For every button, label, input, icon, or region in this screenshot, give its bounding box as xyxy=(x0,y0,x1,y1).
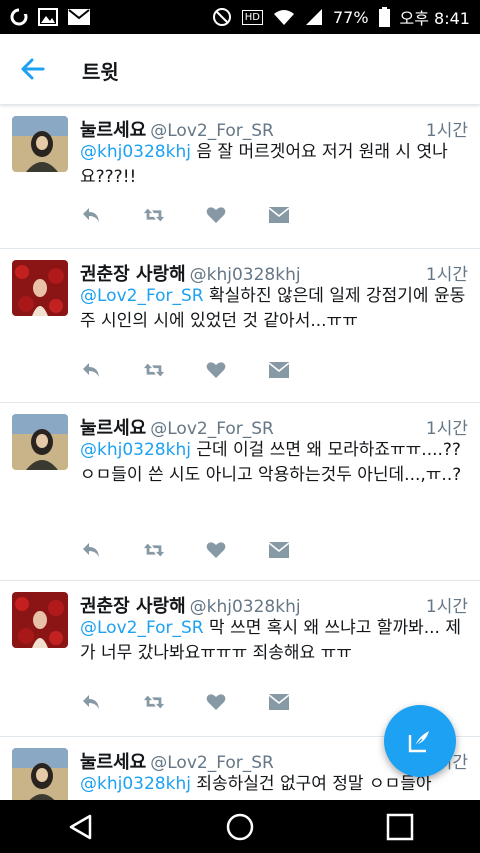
mention-link[interactable]: @khj0328khj xyxy=(80,774,191,794)
signal-icon xyxy=(305,8,323,26)
mail-icon xyxy=(68,9,90,25)
user-handle[interactable]: @khj0328khj xyxy=(190,597,301,617)
retweet-icon xyxy=(143,543,164,557)
app-bar: 트윗 xyxy=(0,34,480,105)
like-button[interactable] xyxy=(205,539,227,561)
image-icon xyxy=(38,8,58,26)
back-triangle-icon xyxy=(69,814,92,839)
display-name[interactable]: 눌르세요 xyxy=(80,120,146,141)
mention-link[interactable]: @Lov2_For_SR xyxy=(80,618,204,638)
heart-icon xyxy=(206,694,226,710)
reply-icon xyxy=(83,695,99,709)
reply-icon xyxy=(83,208,99,222)
tweet-feed[interactable]: 눌르세요 @Lov2_For_SR 1시간 @khj0328khj 음 잘 머르겟… xyxy=(0,104,480,800)
retweet-icon xyxy=(143,363,164,377)
tweet-text: @Lov2_For_SR 확실하진 않은데 일제 강점기에 윤동주 시인의 시에… xyxy=(80,286,466,331)
do-not-disturb-icon xyxy=(212,7,232,27)
envelope-icon xyxy=(268,362,289,378)
back-button[interactable] xyxy=(18,54,48,84)
tweet[interactable]: 눌르세요 @Lov2_For_SR 1시간 @khj0328khj 근데 이걸 쓰… xyxy=(0,402,480,581)
tweet-time: 1시간 xyxy=(425,419,468,439)
avatar[interactable] xyxy=(12,592,68,648)
heart-icon xyxy=(206,207,226,223)
tweet-text: @khj0328khj 근데 이걸 쓰면 왜 모라하죠ㅠㅠ....?? ㅇㅁ들이… xyxy=(80,440,462,485)
nav-recents-button[interactable] xyxy=(370,800,430,853)
dm-button[interactable] xyxy=(268,691,290,713)
clock: 오후 8:41 xyxy=(399,9,470,28)
tweet[interactable]: 눌르세요 @Lov2_For_SR 1시간 @khj0328khj 음 잘 머르겟… xyxy=(0,104,480,249)
battery-icon xyxy=(378,7,390,27)
display-name[interactable]: 눌르세요 xyxy=(80,418,146,439)
reply-button[interactable] xyxy=(80,691,102,713)
avatar[interactable] xyxy=(12,116,68,172)
dm-button[interactable] xyxy=(268,359,290,381)
user-handle[interactable]: @Lov2_For_SR xyxy=(150,753,274,773)
reply-button[interactable] xyxy=(80,539,102,561)
reply-icon xyxy=(83,363,99,377)
compose-tweet-button[interactable] xyxy=(384,705,456,777)
battery-percent: 77% xyxy=(332,7,369,27)
home-circle-icon xyxy=(226,813,254,840)
app-notification-icon xyxy=(10,8,28,26)
avatar[interactable] xyxy=(12,748,68,800)
tweet-actions xyxy=(80,539,290,561)
tweet-actions xyxy=(80,691,290,713)
like-button[interactable] xyxy=(205,359,227,381)
retweet-button[interactable] xyxy=(143,204,165,226)
tweet[interactable]: 권춘장 사랑해 @khj0328khj 1시간 @Lov2_For_SR 확실하진… xyxy=(0,248,480,403)
dm-button[interactable] xyxy=(268,539,290,561)
recents-square-icon xyxy=(386,813,414,840)
reply-button[interactable] xyxy=(80,204,102,226)
tweet-time: 1시간 xyxy=(425,121,468,141)
compose-icon xyxy=(408,731,429,753)
nav-back-button[interactable] xyxy=(50,800,110,853)
retweet-button[interactable] xyxy=(143,691,165,713)
reply-icon xyxy=(83,543,99,557)
tweet-time: 1시간 xyxy=(425,597,468,617)
retweet-button[interactable] xyxy=(143,539,165,561)
user-handle[interactable]: @Lov2_For_SR xyxy=(150,121,274,141)
user-handle[interactable]: @khj0328khj xyxy=(190,265,301,285)
retweet-icon xyxy=(143,695,164,709)
reply-button[interactable] xyxy=(80,359,102,381)
wifi-icon xyxy=(273,8,295,26)
heart-icon xyxy=(206,362,226,378)
like-button[interactable] xyxy=(205,691,227,713)
status-bar: HD 77% 오후 8:41 xyxy=(0,0,480,34)
arrow-left-icon xyxy=(21,58,45,80)
like-button[interactable] xyxy=(205,204,227,226)
display-name[interactable]: 눌르세요 xyxy=(80,752,146,773)
hd-badge: HD xyxy=(241,9,263,25)
envelope-icon xyxy=(268,694,289,710)
tweet-time: 1시간 xyxy=(425,265,468,285)
navigation-bar xyxy=(0,800,480,853)
retweet-icon xyxy=(143,208,164,222)
tweet-text: @khj0328khj 음 잘 머르겟어요 저거 원래 시 엿나요???!! xyxy=(80,142,448,187)
page-title: 트윗 xyxy=(82,60,119,84)
heart-icon xyxy=(206,542,226,558)
avatar[interactable] xyxy=(12,260,68,316)
envelope-icon xyxy=(268,542,289,558)
mention-link[interactable]: @khj0328khj xyxy=(80,142,191,162)
user-handle[interactable]: @Lov2_For_SR xyxy=(150,419,274,439)
retweet-button[interactable] xyxy=(143,359,165,381)
tweet-actions xyxy=(80,359,290,381)
display-name[interactable]: 권춘장 사랑해 xyxy=(80,596,186,617)
mention-link[interactable]: @Lov2_For_SR xyxy=(80,286,204,306)
avatar[interactable] xyxy=(12,414,68,470)
tweet-actions xyxy=(80,204,290,226)
tweet-text: @Lov2_For_SR 막 쓰면 혹시 왜 쓰냐고 할까봐... 제가 너무 … xyxy=(80,618,461,663)
nav-home-button[interactable] xyxy=(210,800,270,853)
envelope-icon xyxy=(268,207,289,223)
dm-button[interactable] xyxy=(268,204,290,226)
mention-link[interactable]: @khj0328khj xyxy=(80,440,191,460)
display-name[interactable]: 권춘장 사랑해 xyxy=(80,264,186,285)
